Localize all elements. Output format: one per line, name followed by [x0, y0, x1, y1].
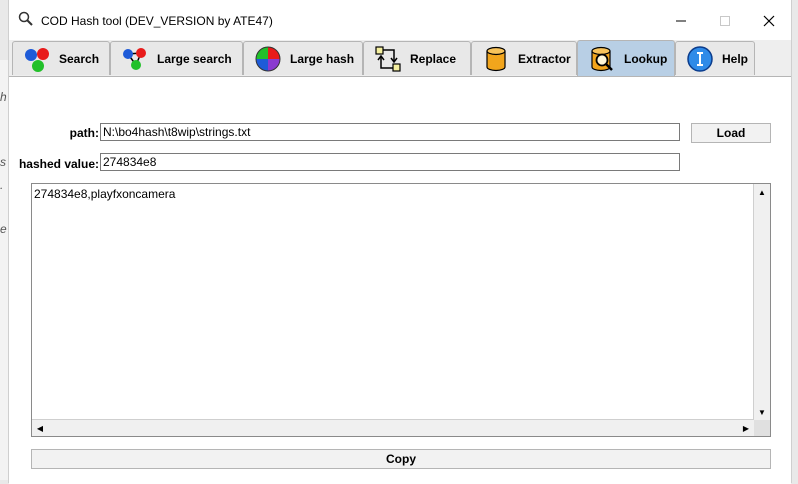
magnifier-app-icon	[17, 10, 35, 28]
output-text-area[interactable]: 274834e8,playfxoncamera ▲ ▼ ◀ ▶	[31, 183, 771, 437]
background-glyph: e	[0, 222, 7, 236]
horizontal-scrollbar[interactable]: ◀ ▶	[32, 419, 754, 436]
info-icon	[686, 45, 714, 73]
scroll-right-icon[interactable]: ▶	[739, 421, 753, 435]
maximize-icon	[720, 16, 730, 26]
hashed-value-label: hashed value:	[18, 157, 99, 171]
tab-label: Lookup	[624, 51, 668, 66]
background-glyph: .	[0, 178, 4, 192]
tab-label: Replace	[410, 51, 457, 66]
tab-search[interactable]: Search	[12, 41, 110, 75]
tab-extractor[interactable]: Extractor	[471, 41, 577, 75]
lookup-panel: path: N:\bo4hash\t8wip\strings.txt Load …	[9, 76, 791, 484]
background-glyph: s	[0, 155, 6, 169]
hashed-value-input[interactable]: 274834e8	[100, 153, 680, 171]
minimize-button[interactable]	[661, 8, 701, 34]
tab-replace[interactable]: Replace	[363, 41, 471, 75]
tab-bar: Search Large search Large hash Replace E…	[9, 40, 791, 76]
window-title: COD Hash tool (DEV_VERSION by ATE47)	[41, 14, 273, 28]
title-bar[interactable]: COD Hash tool (DEV_VERSION by ATE47)	[9, 0, 791, 42]
tab-label: Search	[59, 51, 100, 66]
replace-icon	[374, 45, 402, 73]
vertical-scrollbar[interactable]: ▲ ▼	[753, 184, 770, 420]
tab-label: Extractor	[518, 51, 571, 66]
background-glyph: h	[0, 90, 7, 104]
scroll-left-icon[interactable]: ◀	[33, 421, 47, 435]
copy-button[interactable]: Copy	[31, 449, 771, 469]
color-wheel-icon	[254, 45, 282, 73]
tab-label: Large hash	[290, 51, 355, 66]
dots-icon	[23, 45, 51, 73]
close-icon	[763, 15, 775, 27]
tab-large-search[interactable]: Large search	[110, 41, 243, 75]
lookup-icon	[588, 45, 616, 73]
load-button[interactable]: Load	[691, 123, 771, 143]
app-window: COD Hash tool (DEV_VERSION by ATE47) Sea…	[8, 0, 792, 484]
tab-label: Help	[722, 51, 749, 66]
output-text: 274834e8,playfxoncamera	[34, 187, 176, 201]
scroll-up-icon[interactable]: ▲	[755, 185, 769, 199]
tab-large-hash[interactable]: Large hash	[243, 41, 363, 75]
tab-help[interactable]: Help	[675, 41, 755, 75]
path-input[interactable]: N:\bo4hash\t8wip\strings.txt	[100, 123, 680, 141]
tab-lookup[interactable]: Lookup	[577, 40, 675, 76]
path-label: path:	[69, 126, 99, 140]
close-button[interactable]	[749, 8, 789, 34]
scroll-down-icon[interactable]: ▼	[755, 405, 769, 419]
scrollbar-corner	[754, 420, 770, 436]
graph-icon	[121, 45, 149, 73]
maximize-button[interactable]	[705, 8, 745, 34]
minimize-icon	[676, 20, 686, 22]
tab-label: Large search	[157, 51, 232, 66]
barrel-icon	[482, 45, 510, 73]
